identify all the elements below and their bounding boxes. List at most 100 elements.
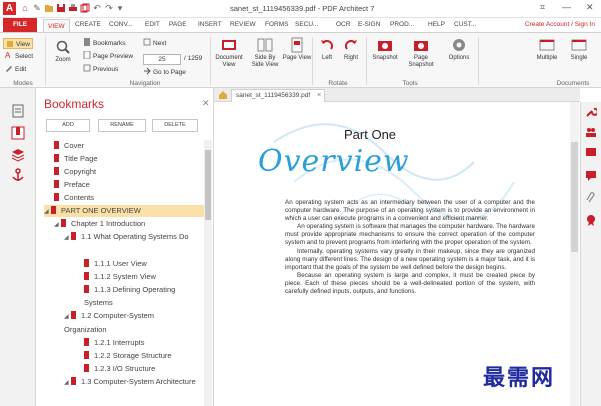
mode-select-button[interactable]: A Select — [5, 51, 33, 62]
home-icon[interactable]: ⌂ — [20, 3, 30, 13]
bookmark-1-2-2[interactable]: 1.2.2 Storage Structure — [84, 350, 172, 362]
zoom-button[interactable]: Zoom — [46, 39, 80, 64]
options-button[interactable]: Options — [442, 37, 476, 62]
tab-help[interactable]: HELP — [428, 18, 445, 32]
share-icon[interactable] — [585, 146, 597, 158]
document-tab[interactable]: sanet_st_1119456339.pdf × — [231, 89, 326, 102]
tab-page[interactable]: PAGE — [169, 18, 187, 32]
bookmark-cover[interactable]: Cover — [54, 140, 84, 152]
bookmark-1-2-1[interactable]: 1.2.1 Interrupts — [84, 337, 144, 349]
bookmarks-panel-icon[interactable] — [11, 126, 25, 140]
bookmark-flag-icon — [84, 364, 89, 372]
expand-arrow-icon[interactable]: ◢ — [44, 206, 51, 218]
bookmark-copyright[interactable]: Copyright — [54, 166, 96, 178]
pin-icon[interactable]: ✎ — [32, 3, 42, 13]
scrollbar-thumb[interactable] — [571, 142, 578, 252]
close-icon[interactable]: ✕ — [586, 2, 594, 13]
bookmark-part-one-overview[interactable]: ◢ PART ONE OVERVIEW — [44, 205, 204, 217]
scrollbar-thumb[interactable] — [205, 150, 211, 220]
document-body: An operating system acts as an intermedi… — [285, 199, 535, 296]
bookmarks-button[interactable]: Bookmarks — [83, 38, 126, 49]
expand-arrow-icon[interactable]: ◢ — [64, 311, 71, 324]
zoom-label: Zoom — [55, 57, 71, 63]
bookmark-1-2[interactable]: ◢ 1.2 Computer-System Organization — [64, 310, 198, 336]
home-tab-icon[interactable] — [218, 90, 228, 100]
previous-label: Previous — [93, 66, 119, 73]
bookmark-1-1-3[interactable]: 1.1.3 Defining Operating Systems — [84, 284, 202, 310]
restore-icon[interactable]: ⌗ — [540, 2, 545, 13]
layers-icon[interactable] — [11, 148, 25, 162]
mode-select-label: Select — [15, 53, 34, 60]
bookmark-title-page[interactable]: Title Page — [54, 153, 98, 165]
redo-icon[interactable]: ↷ — [104, 3, 114, 13]
tab-convert[interactable]: CONV... — [109, 18, 133, 32]
expand-arrow-icon[interactable]: ◢ — [64, 377, 71, 390]
bookmark-1-1-1[interactable]: 1.1.1 User View — [84, 258, 147, 270]
tab-insert[interactable]: INSERT — [198, 18, 222, 32]
close-tab-icon[interactable]: × — [317, 90, 321, 102]
rotate-right-button[interactable]: Right — [334, 37, 368, 62]
document-tab-label: sanet_st_1119456339.pdf — [236, 92, 311, 99]
page-view-button[interactable]: Page View — [280, 37, 314, 62]
close-panel-icon[interactable]: ✕ — [202, 98, 210, 109]
comment-icon[interactable] — [585, 170, 597, 182]
tab-view[interactable]: VIEW — [43, 19, 70, 32]
page-number-input[interactable]: 25 — [143, 54, 181, 65]
page-preview-icon — [83, 50, 91, 60]
document-scrollbar[interactable] — [570, 102, 579, 406]
bookmark-contents[interactable]: Contents — [54, 192, 94, 204]
tab-customize[interactable]: CUST... — [454, 18, 476, 32]
wrench-icon[interactable] — [585, 106, 597, 118]
bookmark-1-2-3[interactable]: 1.2.3 I/O Structure — [84, 363, 155, 375]
snapshot-button[interactable]: Snapshot — [368, 37, 402, 62]
page-snapshot-button[interactable]: Page Snapshot — [404, 37, 438, 69]
mode-view-button[interactable]: View — [3, 38, 33, 49]
bookmark-1-1-2[interactable]: 1.1.2 System View — [84, 271, 156, 283]
tab-security[interactable]: SECU... — [295, 18, 318, 32]
certificate-icon[interactable] — [585, 214, 597, 226]
dropdown-icon[interactable]: ▾ — [115, 3, 125, 13]
app-logo[interactable]: A — [3, 2, 16, 15]
expand-arrow-icon[interactable]: ◢ — [64, 232, 71, 245]
tab-file[interactable]: FILE — [3, 18, 37, 32]
bookmark-preface[interactable]: Preface — [54, 179, 90, 191]
bookmark-1-1[interactable]: ◢ 1.1 What Operating Systems Do — [64, 231, 198, 257]
bookmark-1-3[interactable]: ◢ 1.3 Computer-System Architecture — [64, 376, 198, 402]
tab-production[interactable]: PROD... — [390, 18, 414, 32]
copy-icon[interactable] — [80, 3, 90, 13]
create-account-link[interactable]: Create Account / Sign In — [525, 18, 595, 32]
print-icon[interactable] — [68, 3, 78, 13]
tab-edit[interactable]: EDIT — [145, 18, 160, 32]
tab-forms[interactable]: FORMS — [265, 18, 288, 32]
add-bookmark-button[interactable]: ADD — [46, 119, 90, 132]
document-view-button[interactable]: Document View — [212, 37, 246, 69]
multiple-documents-button[interactable]: Multiple — [530, 37, 564, 62]
next-button[interactable]: Next — [143, 38, 166, 49]
anchor-icon[interactable] — [11, 168, 25, 182]
tab-create[interactable]: CREATE — [75, 18, 101, 32]
attachment-icon[interactable] — [585, 192, 597, 204]
rename-bookmark-button[interactable]: RENAME — [98, 119, 146, 132]
bookmark-chapter-1[interactable]: ◢ Chapter 1 Introduction — [54, 218, 145, 230]
previous-button[interactable]: Previous — [83, 64, 118, 75]
users-icon[interactable] — [585, 126, 597, 138]
tab-review[interactable]: REVIEW — [230, 18, 256, 32]
single-document-button[interactable]: Single — [562, 37, 596, 62]
bookmarks-scrollbar[interactable] — [204, 140, 212, 406]
gear-icon — [453, 39, 465, 51]
expand-arrow-icon[interactable]: ◢ — [54, 219, 61, 231]
go-to-page-button[interactable]: Go to Page — [143, 67, 186, 78]
page-thumbnails-icon[interactable] — [11, 104, 25, 118]
undo-icon[interactable]: ↶ — [92, 3, 102, 13]
side-by-side-button[interactable]: Side By Side View — [248, 37, 282, 69]
bookmarks-icon — [83, 38, 91, 46]
tab-ocr[interactable]: OCR — [336, 18, 350, 32]
page-preview-button[interactable]: Page Preview — [83, 50, 133, 62]
delete-bookmark-button[interactable]: DELETE — [152, 119, 198, 132]
save-icon[interactable] — [56, 3, 66, 13]
minimize-icon[interactable]: — — [562, 2, 571, 12]
tab-esign[interactable]: E-SIGN — [358, 18, 380, 32]
rotate-right-label: Right — [343, 55, 358, 61]
mode-edit-button[interactable]: Edit — [5, 64, 26, 75]
folder-icon[interactable] — [44, 3, 54, 13]
